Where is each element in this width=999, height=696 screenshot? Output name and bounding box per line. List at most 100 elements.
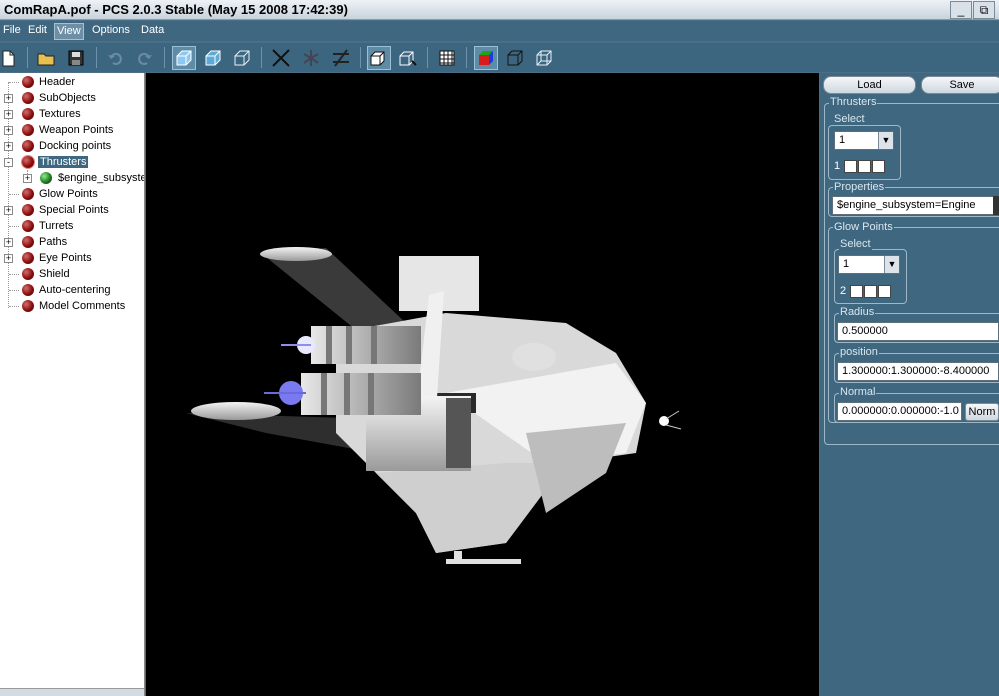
app-window: ComRapA.pof - PCS 2.0.3 Stable (May 15 2…: [0, 0, 999, 696]
expand-icon[interactable]: +: [4, 142, 13, 151]
glow-points-node-icon: [22, 188, 34, 200]
properties-dropdown-icon[interactable]: [993, 196, 999, 215]
tree-item-thrusters[interactable]: Thrusters: [38, 154, 89, 170]
tree-item-auto-centering[interactable]: Auto-centering: [39, 282, 111, 298]
tree-item-weapon-points[interactable]: Weapon Points: [39, 122, 113, 138]
expand-icon[interactable]: +: [4, 110, 13, 119]
docking-points-node-icon: [22, 140, 34, 152]
ship-model-render: [186, 247, 682, 564]
minimize-button[interactable]: _: [950, 1, 972, 19]
toolbar-separator: [360, 47, 361, 68]
expand-icon[interactable]: +: [4, 94, 13, 103]
thruster-index-value: 1: [834, 160, 841, 172]
tree-item-paths[interactable]: Paths: [39, 234, 67, 250]
tree-item-special-points[interactable]: Special Points: [39, 202, 109, 218]
new-file-icon[interactable]: [0, 46, 20, 70]
engine-node-icon: [40, 172, 52, 184]
tree-item-subobjects[interactable]: SubObjects: [39, 90, 96, 106]
properties-field[interactable]: $engine_subsystem=Engine: [832, 196, 994, 215]
window-title: ComRapA.pof - PCS 2.0.3 Stable (May 15 2…: [4, 2, 348, 17]
shield-node-icon: [22, 268, 34, 280]
delete-icon[interactable]: [872, 159, 886, 173]
thruster-select-dropdown[interactable]: 1 ▼: [834, 131, 894, 150]
solid-view-icon[interactable]: [172, 46, 196, 70]
model-tree[interactable]: Header + SubObjects + Textures + Weapon …: [0, 73, 145, 696]
properties-panel: Load Save Thrusters Select 1 ▼ 1 Propert…: [820, 73, 999, 696]
thruster-select-label: Select: [833, 113, 866, 125]
restore-button[interactable]: ⧉: [973, 1, 995, 19]
norm-button[interactable]: Norm: [965, 403, 999, 421]
weapon-points-node-icon: [22, 124, 34, 136]
glow-select-dropdown[interactable]: 1 ▼: [838, 255, 900, 274]
cube-outline-icon[interactable]: [503, 46, 527, 70]
select-box-icon[interactable]: [850, 284, 864, 298]
radius-field[interactable]: 0.500000: [837, 322, 999, 341]
tree-item-docking-points[interactable]: Docking points: [39, 138, 111, 154]
save-button[interactable]: Save: [921, 76, 999, 94]
expand-icon[interactable]: +: [4, 238, 13, 247]
tree-item-turrets[interactable]: Turrets: [39, 218, 73, 234]
toolbar-separator: [27, 47, 28, 68]
tree-line: [9, 226, 19, 227]
tree-item-model-comments[interactable]: Model Comments: [39, 298, 125, 314]
textured-view-icon[interactable]: [201, 46, 225, 70]
redo-icon[interactable]: [133, 46, 157, 70]
normal-field[interactable]: 0.000000:0.000000:-1.0: [837, 402, 962, 421]
load-button[interactable]: Load: [823, 76, 916, 94]
menu-data[interactable]: Data: [139, 23, 166, 40]
save-disk-icon[interactable]: [64, 46, 88, 70]
open-folder-icon[interactable]: [34, 46, 58, 70]
tree-item-shield[interactable]: Shield: [39, 266, 70, 282]
tree-item-eye-points[interactable]: Eye Points: [39, 250, 92, 266]
box-front-icon[interactable]: [367, 46, 391, 70]
tree-item-glow-points[interactable]: Glow Points: [39, 186, 98, 202]
expand-icon[interactable]: +: [4, 126, 13, 135]
collapse-icon[interactable]: -: [4, 158, 13, 167]
menu-options[interactable]: Options: [90, 23, 132, 40]
title-bar: ComRapA.pof - PCS 2.0.3 Stable (May 15 2…: [0, 0, 999, 20]
toolbar-separator: [96, 47, 97, 68]
tree-horizontal-scrollbar[interactable]: [0, 688, 144, 696]
toolbar-separator: [427, 47, 428, 68]
cross-axis-icon[interactable]: [269, 46, 293, 70]
scatter-icon[interactable]: [299, 46, 323, 70]
toolbar: [0, 43, 999, 72]
auto-centering-node-icon: [22, 284, 34, 296]
toolbar-separator: [164, 47, 165, 68]
subobjects-node-icon: [22, 92, 34, 104]
thrusters-group-label: Thrusters: [829, 96, 878, 108]
menu-view[interactable]: View: [54, 23, 84, 40]
menu-edit[interactable]: Edit: [26, 23, 49, 40]
eye-points-node-icon: [22, 252, 34, 264]
wireframe-view-icon[interactable]: [230, 46, 254, 70]
delete-icon[interactable]: [878, 284, 892, 298]
expand-icon[interactable]: +: [4, 254, 13, 263]
properties-label: Properties: [833, 181, 886, 193]
menu-file[interactable]: File: [1, 23, 23, 40]
tree-line: [9, 194, 19, 195]
slash-icon[interactable]: [329, 46, 353, 70]
thrusters-node-icon: [22, 156, 34, 168]
tree-line: [9, 274, 19, 275]
header-node-icon: [22, 76, 34, 88]
box-back-icon[interactable]: [396, 46, 420, 70]
restore-icon: ⧉: [979, 3, 989, 17]
select-box-icon[interactable]: [844, 159, 858, 173]
chevron-down-icon: ▼: [878, 132, 893, 149]
tree-item-engine-subsystem[interactable]: $engine_subsystem: [58, 170, 144, 186]
tree-item-textures[interactable]: Textures: [39, 106, 81, 122]
copy-icon[interactable]: [864, 284, 878, 298]
expand-icon[interactable]: +: [23, 174, 32, 183]
tree-line: [9, 306, 19, 307]
expand-icon[interactable]: +: [4, 206, 13, 215]
copy-icon[interactable]: [858, 159, 872, 173]
model-comments-node-icon: [22, 300, 34, 312]
model-viewport[interactable]: [146, 73, 819, 696]
tree-item-header[interactable]: Header: [39, 74, 75, 90]
glow-index-controls: 2: [840, 284, 892, 299]
undo-icon[interactable]: [103, 46, 127, 70]
position-field[interactable]: 1.300000:1.300000:-8.400000: [837, 362, 999, 381]
color-cube-icon[interactable]: [474, 46, 498, 70]
cube-wire-icon[interactable]: [532, 46, 556, 70]
grid-icon[interactable]: [435, 46, 459, 70]
